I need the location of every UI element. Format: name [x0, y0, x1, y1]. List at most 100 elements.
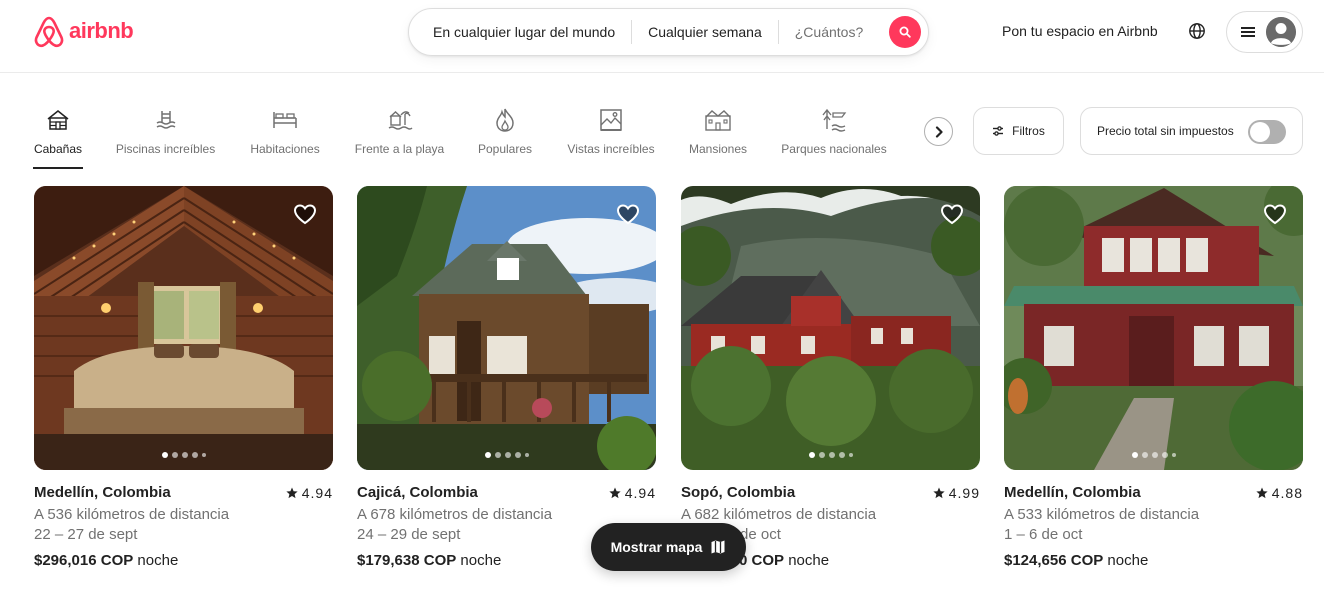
rating-value: 4.94	[624, 484, 656, 501]
category-trending[interactable]: Populares	[477, 106, 533, 168]
price-unit: noche	[788, 552, 830, 569]
view-icon	[598, 106, 624, 134]
bed-icon	[272, 106, 298, 134]
favorite-heart-icon[interactable]	[940, 202, 964, 231]
listing-price: 0 COP	[739, 552, 785, 569]
listing-rating: 4.99	[933, 484, 980, 501]
category-label: Parques nacionales	[781, 142, 887, 156]
photo-pagination	[681, 452, 980, 458]
photo-pagination	[357, 452, 656, 458]
search-guests[interactable]: ¿Cuántos?	[779, 24, 879, 40]
listing-rating: 4.94	[609, 484, 656, 501]
listing-photo[interactable]	[681, 186, 980, 470]
user-silhouette-icon	[1266, 17, 1296, 47]
listing-distance: A 682 kilómetros de distancia	[681, 506, 877, 523]
globe-icon	[1189, 23, 1205, 39]
chevron-right-icon	[935, 125, 943, 138]
listing-photo[interactable]	[357, 186, 656, 470]
category-label: Frente a la playa	[354, 142, 445, 156]
listing-price: $179,638 COP	[357, 552, 457, 569]
photo-pagination	[34, 452, 333, 458]
rating-value: 4.88	[1271, 484, 1303, 501]
beach-icon	[387, 106, 413, 134]
rating-value: 4.94	[301, 484, 333, 501]
flame-icon	[494, 106, 516, 134]
category-label: Cabañas	[33, 142, 83, 156]
listing-card[interactable]: Cajicá, Colombia 4.94 A 678 kilómetros d…	[357, 186, 656, 569]
star-icon	[609, 487, 621, 498]
listing-rating: 4.94	[286, 484, 333, 501]
listing-distance: A 678 kilómetros de distancia	[357, 506, 553, 523]
category-label: Piscinas increíbles	[115, 142, 216, 156]
filters-button[interactable]: Filtros	[973, 107, 1064, 155]
price-unit: noche	[460, 552, 502, 569]
filters-label: Filtros	[1012, 124, 1045, 138]
listing-location: Cajicá, Colombia	[357, 484, 478, 501]
cabin-interior-photo	[34, 186, 333, 470]
listing-card[interactable]: Medellín, Colombia 4.88 A 533 kilómetros…	[1004, 186, 1303, 569]
red-cabin-photo	[1004, 186, 1303, 470]
price-toggle-panel: Precio total sin impuestos	[1080, 107, 1303, 155]
favorite-heart-icon[interactable]	[616, 202, 640, 231]
category-mansions[interactable]: Mansiones	[688, 106, 748, 168]
category-national-parks[interactable]: Parques nacionales	[780, 106, 888, 168]
listing-distance: A 533 kilómetros de distancia	[1004, 506, 1200, 523]
star-icon	[286, 487, 298, 498]
language-button[interactable]	[1188, 22, 1206, 45]
listing-price-line: $296,016 COP noche	[34, 552, 333, 569]
listing-photo[interactable]	[34, 186, 333, 470]
listing-rating: 4.88	[1256, 484, 1303, 501]
price-toggle-label: Precio total sin impuestos	[1097, 124, 1234, 138]
toggle-knob	[1250, 122, 1270, 142]
category-label: Habitaciones	[250, 142, 320, 156]
airbnb-logo[interactable]: airbnb	[33, 15, 134, 49]
listing-dates: 1 – 6 de oct	[1004, 526, 1083, 543]
category-label: Populares	[477, 142, 533, 156]
listing-price-line: $124,656 COP noche	[1004, 552, 1303, 569]
favorite-heart-icon[interactable]	[1263, 202, 1287, 231]
listing-price: $296,016 COP	[34, 552, 134, 569]
listing-distance: A 536 kilómetros de distancia	[34, 506, 230, 523]
search-location[interactable]: En cualquier lugar del mundo	[409, 24, 631, 40]
category-pools[interactable]: Piscinas increíbles	[115, 106, 216, 168]
show-map-button[interactable]: Mostrar mapa	[591, 523, 746, 571]
search-icon	[899, 26, 911, 38]
wooden-cabin-photo	[357, 186, 656, 470]
category-views[interactable]: Vistas increíbles	[565, 106, 657, 168]
logo-wordmark: airbnb	[69, 18, 134, 43]
category-bar: Cabañas Piscinas increíbles Habitaciones…	[33, 106, 888, 170]
mountain-cabin-photo	[681, 186, 980, 470]
price-unit: noche	[1107, 552, 1149, 569]
price-toggle-switch[interactable]	[1248, 120, 1286, 144]
search-button[interactable]	[889, 16, 921, 48]
listing-card[interactable]: Sopó, Colombia 4.99 A 682 kilómetros de …	[681, 186, 980, 569]
listing-price: $124,656 COP	[1004, 552, 1104, 569]
user-menu-button[interactable]	[1226, 11, 1303, 53]
hamburger-icon	[1241, 27, 1255, 37]
photo-pagination	[1004, 452, 1303, 458]
airbnb-logo-icon	[34, 16, 64, 48]
search-bar[interactable]: En cualquier lugar del mundo Cualquier s…	[408, 8, 929, 56]
avatar	[1266, 17, 1296, 47]
category-next-button[interactable]	[924, 117, 953, 146]
host-link[interactable]: Pon tu espacio en Airbnb	[1002, 23, 1158, 39]
listing-location: Medellín, Colombia	[1004, 484, 1141, 501]
listing-photo[interactable]	[1004, 186, 1303, 470]
rating-value: 4.99	[948, 484, 980, 501]
star-icon	[1256, 487, 1268, 498]
park-icon	[821, 106, 847, 134]
show-map-label: Mostrar mapa	[610, 539, 703, 555]
category-cabins[interactable]: Cabañas	[33, 106, 83, 169]
mansion-icon	[704, 106, 732, 134]
category-rooms[interactable]: Habitaciones	[247, 106, 323, 168]
listing-dates: 22 – 27 de sept	[34, 526, 138, 543]
price-unit: noche	[137, 552, 179, 569]
listing-card[interactable]: Medellín, Colombia 4.94 A 536 kilómetros…	[34, 186, 333, 569]
pool-icon	[154, 106, 178, 134]
sliders-icon	[993, 126, 1004, 136]
listing-location: Sopó, Colombia	[681, 484, 796, 501]
category-beachfront[interactable]: Frente a la playa	[354, 106, 445, 168]
top-header: airbnb En cualquier lugar del mundo Cual…	[0, 0, 1324, 73]
search-dates[interactable]: Cualquier semana	[632, 24, 778, 40]
favorite-heart-icon[interactable]	[293, 202, 317, 231]
